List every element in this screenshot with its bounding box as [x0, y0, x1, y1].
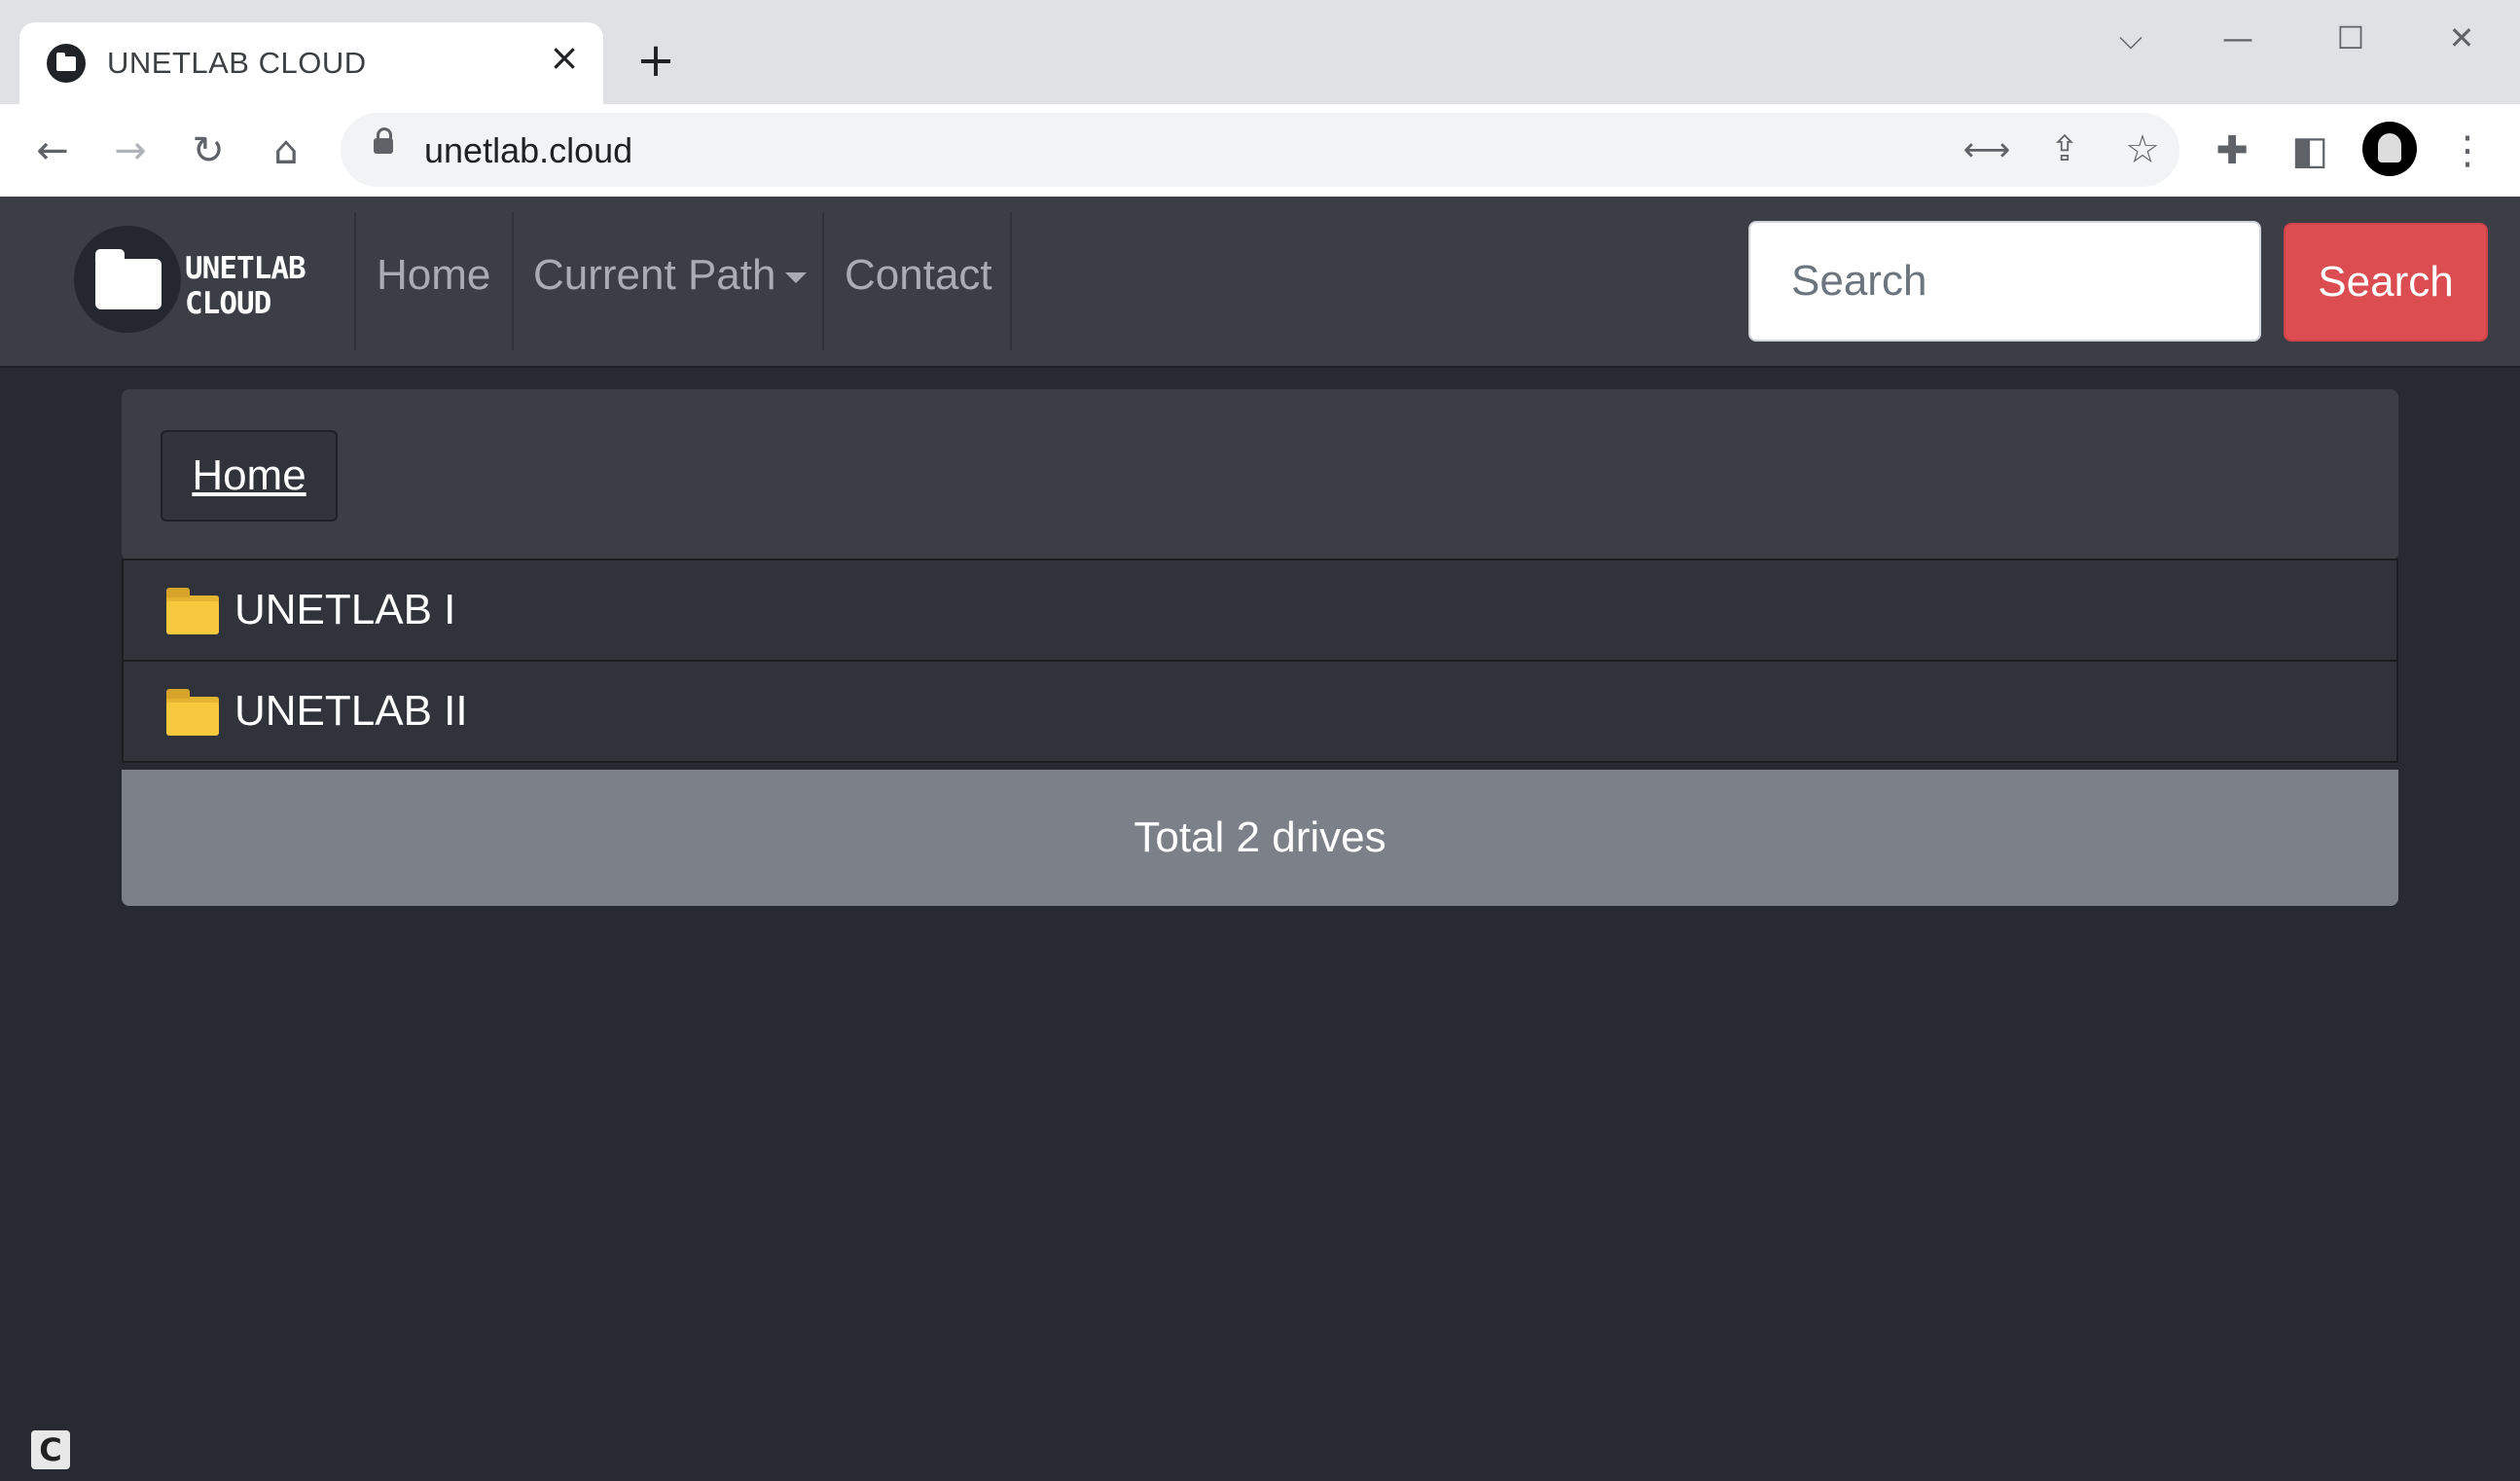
reload-icon[interactable]: ↻ — [179, 122, 237, 180]
new-tab-button[interactable]: + — [630, 35, 681, 86]
tab-title: UNETLAB CLOUD — [107, 46, 367, 80]
folder-icon — [95, 249, 162, 309]
home-icon[interactable]: ⌂ — [257, 122, 315, 180]
breadcrumb: Home — [122, 389, 2398, 560]
folder-icon — [166, 689, 219, 736]
profile-avatar[interactable] — [2362, 122, 2417, 176]
list-item[interactable]: UNETLAB I — [122, 559, 2398, 662]
side-panel-icon[interactable]: ◧ — [2281, 122, 2339, 180]
site-navbar: UNETLAB CLOUD Home Current Path Contact … — [0, 197, 2520, 368]
extensions-icon[interactable]: ✚ — [2203, 122, 2261, 180]
folder-favicon-icon — [47, 44, 86, 83]
url-text[interactable]: unetlab.cloud — [424, 130, 632, 171]
nav-contact-link[interactable]: Contact — [845, 251, 992, 300]
nav-divider — [1010, 212, 1012, 350]
brand-circle — [74, 226, 181, 333]
tab-search-icon[interactable]: ⌵ — [2102, 14, 2160, 62]
nav-current-path-dropdown[interactable]: Current Path — [533, 251, 808, 300]
browser-tab[interactable]: UNETLAB CLOUD × — [19, 22, 603, 104]
nav-divider — [512, 212, 514, 350]
list-item[interactable]: UNETLAB II — [122, 660, 2398, 763]
tab-close-icon[interactable]: × — [545, 38, 584, 77]
breadcrumb-home-link[interactable]: Home — [161, 430, 338, 522]
close-window-icon[interactable]: ✕ — [2432, 14, 2491, 62]
translate-icon[interactable]: ⟷ — [1958, 121, 2016, 179]
nav-current-path-label: Current Path — [533, 251, 776, 299]
forward-arrow-icon[interactable]: → — [101, 122, 160, 180]
drive-list: UNETLAB I UNETLAB II — [122, 559, 2398, 763]
brand-line-1: UNETLAB — [185, 251, 306, 286]
nav-divider — [354, 212, 356, 350]
brand-text: UNETLAB CLOUD — [185, 251, 311, 321]
search-button[interactable]: Search — [2284, 223, 2488, 342]
brand-line-2: CLOUD — [185, 286, 271, 321]
lock-icon[interactable] — [374, 127, 393, 154]
minimize-window-icon[interactable]: — — [2209, 14, 2267, 62]
back-arrow-icon[interactable]: ← — [23, 122, 82, 180]
browser-menu-icon[interactable]: ⋮ — [2438, 122, 2497, 180]
nav-divider — [822, 212, 824, 350]
search-input[interactable] — [1748, 221, 2261, 342]
folder-icon — [166, 588, 219, 634]
bookmark-star-icon[interactable]: ☆ — [2113, 121, 2172, 179]
nav-home-link[interactable]: Home — [377, 251, 490, 300]
corner-extension-icon[interactable]: C — [31, 1430, 70, 1469]
drive-count-footer: Total 2 drives — [122, 770, 2398, 906]
share-icon[interactable]: ⇪ — [2035, 121, 2094, 179]
browser-tabstrip: UNETLAB CLOUD × + ⌵ — ☐ ✕ — [0, 0, 2520, 104]
brand-logo[interactable]: UNETLAB CLOUD — [74, 226, 307, 335]
drive-label[interactable]: UNETLAB I — [234, 586, 455, 634]
caret-down-icon — [785, 271, 808, 283]
drive-label[interactable]: UNETLAB II — [234, 687, 468, 736]
maximize-window-icon[interactable]: ☐ — [2322, 14, 2380, 62]
browser-toolbar: ← → ↻ ⌂ unetlab.cloud ⟷ ⇪ ☆ ✚ ◧ ⋮ — [0, 104, 2520, 197]
address-bar[interactable]: unetlab.cloud ⟷ ⇪ ☆ — [341, 113, 2179, 187]
